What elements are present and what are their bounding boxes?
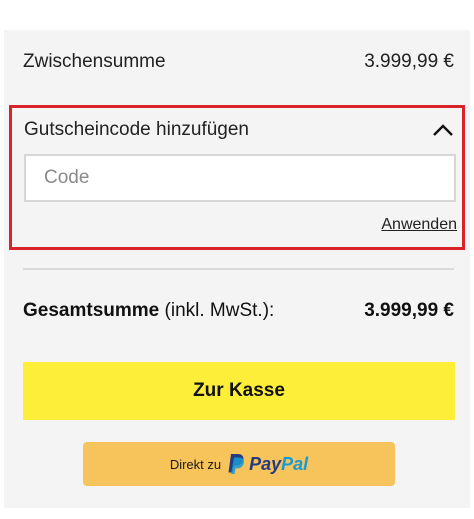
cart-summary-panel: Zwischensumme 3.999,99 € Gutscheincode h… (4, 30, 470, 508)
paypal-logo: PayPal (227, 453, 308, 475)
total-value: 3.999,99 € (364, 300, 454, 321)
checkout-button[interactable]: Zur Kasse (23, 362, 455, 420)
paypal-icon (228, 454, 245, 474)
chevron-up-icon[interactable] (432, 122, 454, 138)
paypal-wordmark: PayPal (249, 453, 309, 474)
voucher-toggle[interactable]: Gutscheincode hinzufügen (24, 116, 454, 144)
apply-voucher-link[interactable]: Anwenden (381, 216, 457, 234)
total-tax-note: (inkl. MwSt.): (164, 300, 275, 321)
voucher-code-input[interactable] (24, 154, 456, 202)
total-label-group: Gesamtsumme (inkl. MwSt.): (23, 300, 274, 322)
paypal-prefix: Direkt zu (169, 456, 222, 472)
checkout-button-label: Zur Kasse (193, 380, 285, 401)
voucher-section: Gutscheincode hinzufügen Anwenden (9, 105, 465, 250)
voucher-toggle-label: Gutscheincode hinzufügen (24, 119, 249, 140)
total-label: Gesamtsumme (23, 300, 160, 321)
paypal-button[interactable]: Direkt zu PayPal (83, 442, 395, 486)
divider (23, 268, 454, 270)
subtotal-row: Zwischensumme 3.999,99 € (23, 49, 454, 75)
subtotal-value: 3.999,99 € (364, 51, 454, 72)
total-row: Gesamtsumme (inkl. MwSt.): 3.999,99 € (23, 298, 454, 324)
subtotal-label: Zwischensumme (23, 51, 166, 72)
